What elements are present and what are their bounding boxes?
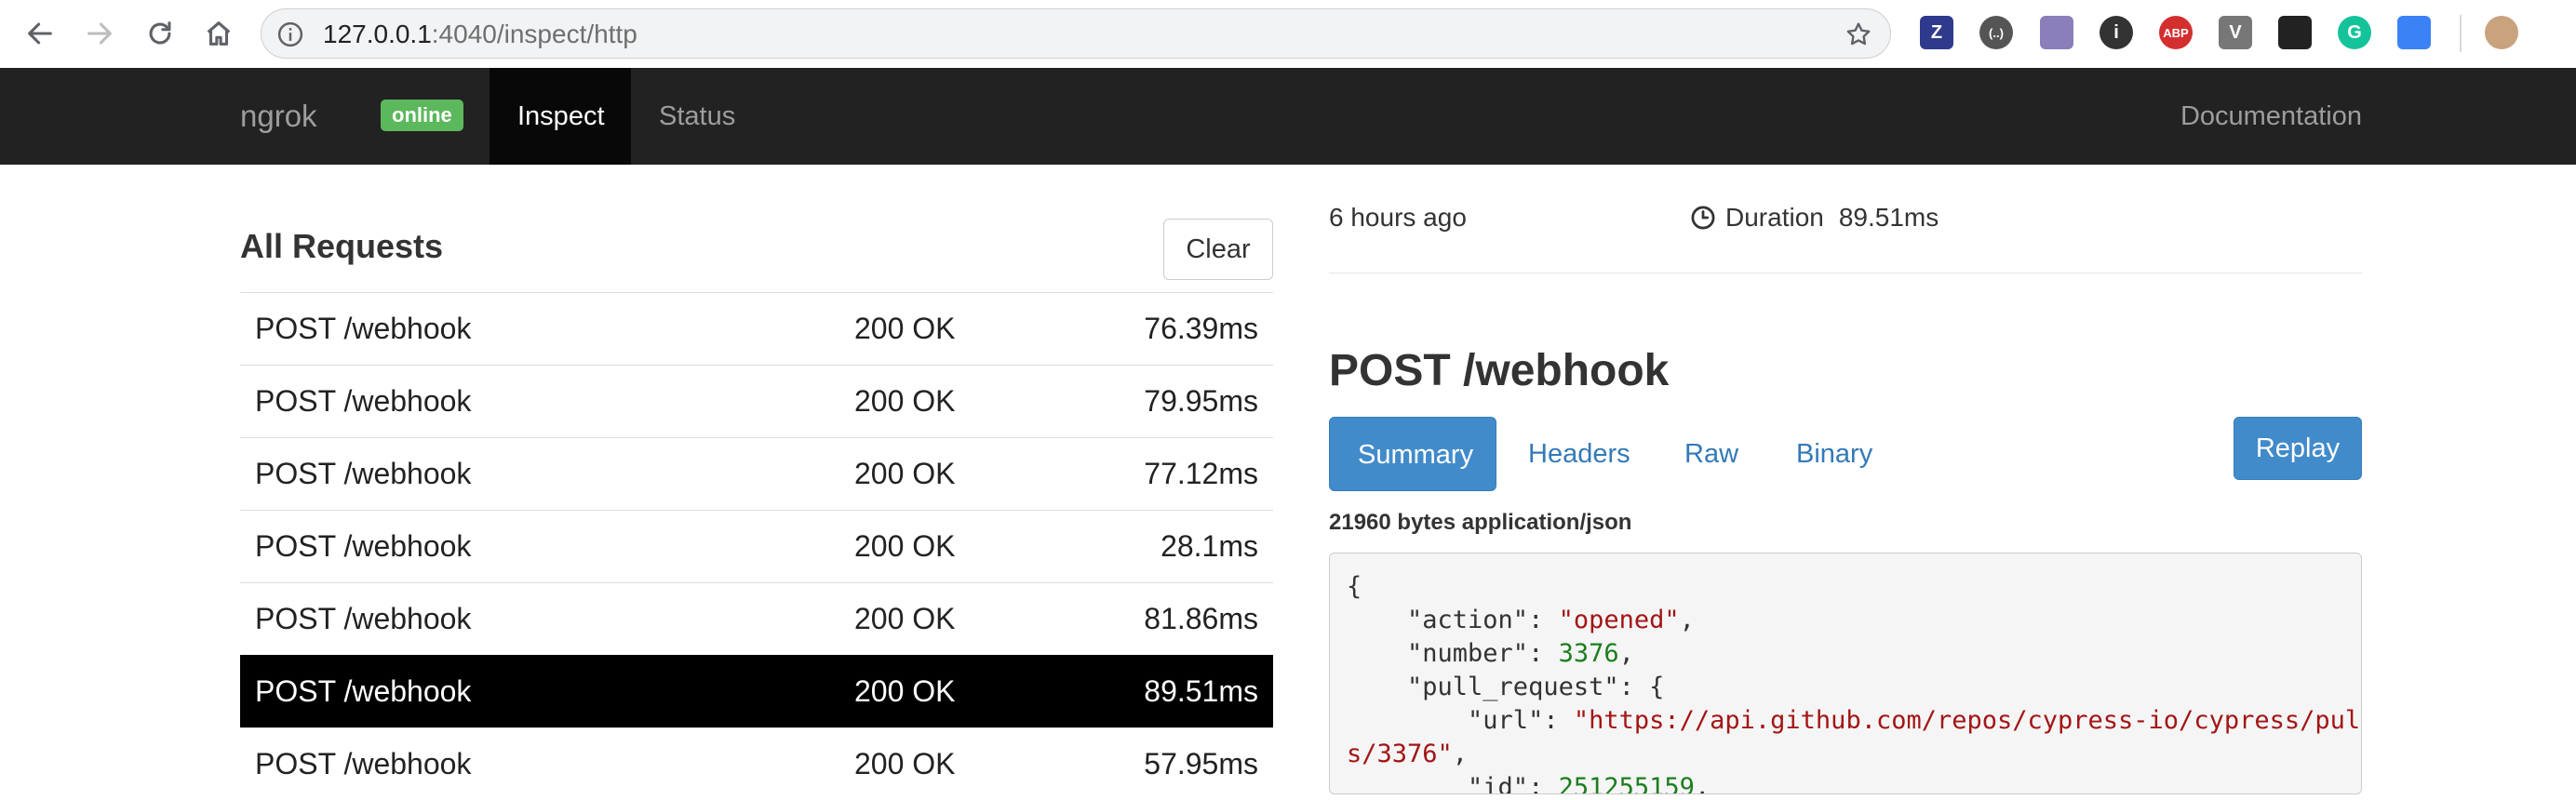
clock-icon bbox=[1691, 206, 1715, 230]
request-path: POST /webhook bbox=[255, 457, 472, 490]
forward-arrow-icon bbox=[87, 22, 112, 45]
code-ext-icon[interactable]: (..) bbox=[1979, 16, 2013, 49]
ghost-ext-icon[interactable] bbox=[2278, 16, 2312, 49]
grammarly-icon[interactable]: G bbox=[2338, 16, 2371, 49]
request-status: 200 OK bbox=[854, 602, 956, 635]
request-duration: 89.51ms bbox=[1144, 674, 1258, 708]
code-key: "pull_request": { bbox=[1347, 673, 1665, 701]
table-row[interactable]: POST /webhook 200 OK 57.95ms bbox=[240, 727, 1273, 800]
request-duration: 28.1ms bbox=[1161, 529, 1258, 563]
table-row[interactable]: POST /webhook 200 OK 79.95ms bbox=[240, 365, 1273, 437]
request-title: POST /webhook bbox=[1329, 346, 1670, 395]
request-list: POST /webhook 200 OK 76.39ms POST /webho… bbox=[240, 292, 1273, 800]
code-string: "opened" bbox=[1558, 606, 1680, 634]
zotero-icon[interactable]: Z bbox=[1920, 16, 1953, 49]
code-key: "url": bbox=[1347, 706, 1574, 735]
vue-devtools-icon[interactable]: V bbox=[2219, 16, 2252, 49]
table-row-selected[interactable]: POST /webhook 200 OK 89.51ms bbox=[240, 655, 1273, 727]
url-host: 127.0.0.1 bbox=[323, 20, 432, 48]
code-number: 3376 bbox=[1558, 639, 1619, 668]
clear-button[interactable]: Clear bbox=[1163, 219, 1273, 280]
url-text: 127.0.0.1:4040/inspect/http bbox=[323, 20, 637, 48]
address-bar[interactable]: 127.0.0.1:4040/inspect/http bbox=[261, 8, 1891, 59]
tab-headers[interactable]: Headers bbox=[1500, 417, 1658, 491]
ngrok-navbar: ngrok online Inspect Status Documentatio… bbox=[0, 68, 2576, 165]
code-punct: { bbox=[1347, 572, 1362, 601]
code-key: "number": bbox=[1347, 639, 1559, 668]
duration-value: 89.51ms bbox=[1838, 203, 1939, 232]
request-path: POST /webhook bbox=[255, 312, 472, 345]
reload-icon bbox=[149, 21, 171, 45]
browser-toolbar: 127.0.0.1:4040/inspect/http Z (..) i ABP V G bbox=[0, 0, 2576, 69]
code-key: "action": bbox=[1347, 606, 1559, 634]
tab-summary[interactable]: Summary bbox=[1329, 417, 1496, 491]
request-path: POST /webhook bbox=[255, 529, 472, 563]
request-status: 200 OK bbox=[854, 312, 956, 345]
tab-raw[interactable]: Raw bbox=[1657, 417, 1766, 491]
toolbar-divider bbox=[2460, 15, 2462, 52]
request-duration-summary: Duration 89.51ms bbox=[1690, 203, 1939, 233]
reload-button[interactable] bbox=[140, 13, 181, 54]
back-arrow-icon bbox=[28, 22, 52, 45]
profile-avatar[interactable] bbox=[2485, 16, 2518, 49]
home-icon bbox=[207, 21, 231, 46]
table-row[interactable]: POST /webhook 200 OK 28.1ms bbox=[240, 510, 1273, 582]
code-line: "number": 3376, bbox=[1347, 639, 1634, 668]
code-line: "pull_request": { bbox=[1347, 671, 1664, 704]
back-button[interactable] bbox=[20, 13, 60, 54]
nav-link-documentation[interactable]: Documentation bbox=[2180, 68, 2362, 165]
forward-button[interactable] bbox=[79, 13, 120, 54]
bookmark-star-icon[interactable] bbox=[1844, 20, 1873, 49]
nav-tab-status[interactable]: Status bbox=[631, 68, 763, 165]
brand-logo[interactable]: ngrok bbox=[240, 68, 317, 165]
request-path: POST /webhook bbox=[255, 602, 472, 635]
code-line: "url": "https://api.github.com/repos/cyp… bbox=[1347, 704, 2362, 738]
request-duration: 81.86ms bbox=[1144, 602, 1258, 635]
nav-tab-inspect[interactable]: Inspect bbox=[490, 68, 631, 165]
request-path: POST /webhook bbox=[255, 384, 472, 418]
table-row[interactable]: POST /webhook 200 OK 81.86ms bbox=[240, 582, 1273, 655]
request-status: 200 OK bbox=[854, 747, 956, 780]
request-duration: 77.12ms bbox=[1144, 457, 1258, 490]
code-key: "id": bbox=[1347, 773, 1559, 794]
all-requests-heading: All Requests bbox=[240, 227, 444, 265]
code-line: s/3376", bbox=[1347, 740, 1469, 768]
tab-binary[interactable]: Binary bbox=[1768, 417, 1900, 491]
info-ext-icon[interactable]: i bbox=[2100, 16, 2133, 49]
request-path: POST /webhook bbox=[255, 747, 472, 780]
code-number: 251255159 bbox=[1558, 773, 1695, 794]
body-size-type: 21960 bytes application/json bbox=[1329, 510, 1632, 535]
request-duration: 76.39ms bbox=[1144, 312, 1258, 345]
code-line: "action": "opened", bbox=[1347, 606, 1695, 634]
code-string: s/3376" bbox=[1347, 740, 1453, 768]
adblock-icon[interactable]: ABP bbox=[2159, 16, 2193, 49]
code-string: "https://api.github.com/repos/cypress-io… bbox=[1573, 706, 2362, 735]
request-status: 200 OK bbox=[854, 457, 956, 490]
request-path: POST /webhook bbox=[255, 674, 472, 708]
home-button[interactable] bbox=[198, 13, 239, 54]
table-row[interactable]: POST /webhook 200 OK 77.12ms bbox=[240, 437, 1273, 510]
table-row[interactable]: POST /webhook 200 OK 76.39ms bbox=[240, 292, 1273, 365]
replay-button[interactable]: Replay bbox=[2234, 417, 2362, 480]
request-status: 200 OK bbox=[854, 674, 956, 708]
request-status: 200 OK bbox=[854, 529, 956, 563]
feather-ext-icon[interactable] bbox=[2397, 16, 2431, 49]
json-body-viewer[interactable]: { "action": "opened", "number": 3376, "p… bbox=[1329, 553, 2362, 794]
request-duration: 79.95ms bbox=[1144, 384, 1258, 418]
site-info-icon[interactable] bbox=[276, 20, 304, 48]
clipboard-ext-icon[interactable] bbox=[2040, 16, 2073, 49]
request-time-ago: 6 hours ago bbox=[1329, 203, 1467, 232]
url-path: :4040/inspect/http bbox=[431, 20, 637, 48]
status-badge: online bbox=[381, 100, 463, 131]
request-status: 200 OK bbox=[854, 384, 956, 418]
request-duration: 57.95ms bbox=[1144, 747, 1258, 780]
code-line: { bbox=[1347, 570, 1362, 604]
duration-label: Duration bbox=[1725, 203, 1824, 232]
